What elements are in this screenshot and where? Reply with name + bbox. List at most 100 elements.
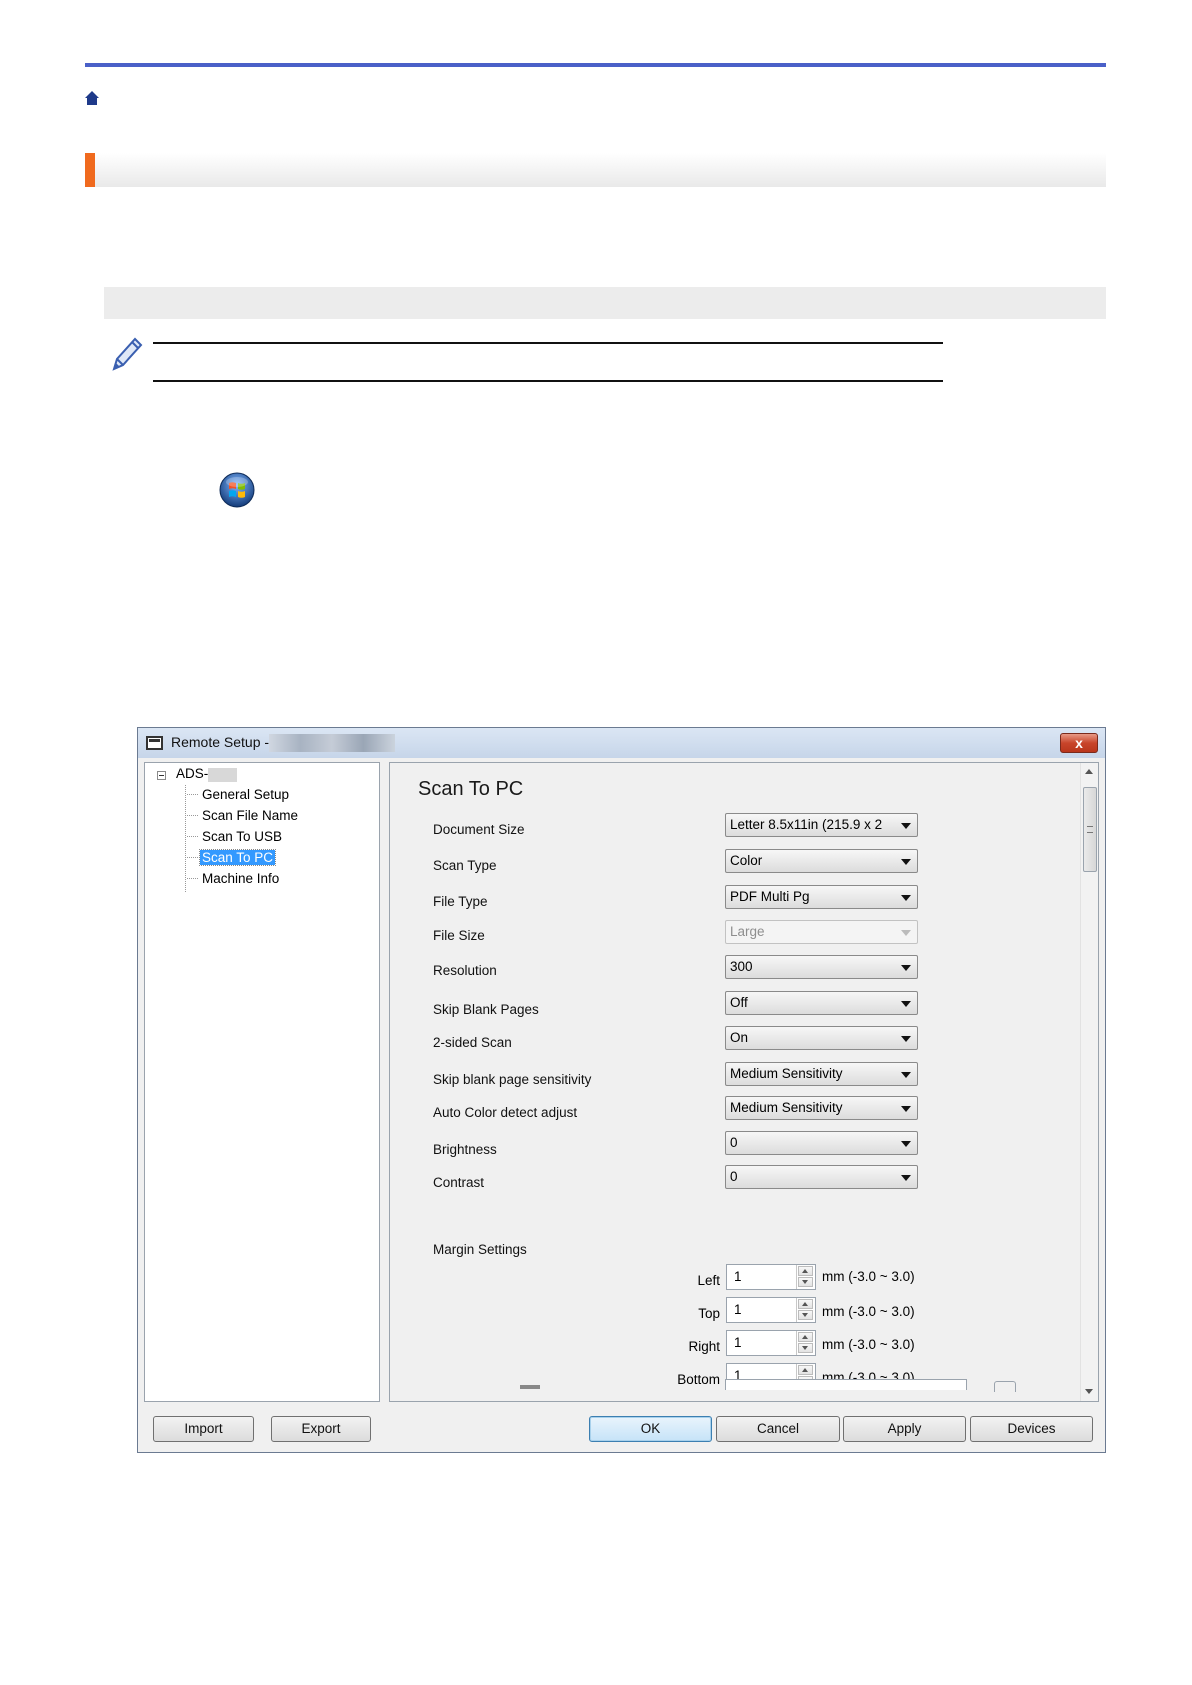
redacted-model-name (269, 734, 395, 752)
heading-bar (85, 153, 1106, 187)
resolution-label: Resolution (433, 963, 497, 978)
scan-type-select[interactable]: Color (725, 849, 918, 873)
auto-color-detect-label: Auto Color detect adjust (433, 1105, 578, 1120)
chevron-down-icon (901, 823, 911, 829)
cut-off-label (520, 1385, 540, 1389)
tree-item-scan-to-usb[interactable]: Scan To USB (187, 827, 284, 846)
chevron-down-icon (901, 1106, 911, 1112)
margin-bottom-label: Bottom (677, 1372, 720, 1387)
spin-down-icon[interactable] (798, 1343, 813, 1353)
cancel-button[interactable]: Cancel (716, 1416, 840, 1442)
scroll-down-icon[interactable] (1085, 1389, 1093, 1394)
auto-color-detect-select[interactable]: Medium Sensitivity (725, 1096, 918, 1120)
chevron-down-icon (901, 895, 911, 901)
document-size-select[interactable]: Letter 8.5x11in (215.9 x 2 (725, 813, 918, 837)
title-bar: Remote Setup - x (138, 728, 1105, 758)
tree-item-label: Machine Info (202, 871, 280, 886)
redacted-model-suffix (208, 768, 237, 782)
tree-item-label: Scan To USB (202, 829, 283, 844)
two-sided-scan-label: 2-sided Scan (433, 1035, 512, 1050)
file-type-value: PDF Multi Pg (730, 889, 810, 904)
contrast-label: Contrast (433, 1175, 485, 1190)
cut-off-field[interactable] (725, 1379, 967, 1390)
tree-item-label: General Setup (202, 787, 290, 802)
resolution-value: 300 (730, 959, 753, 974)
file-size-select: Large (725, 920, 918, 944)
chevron-down-icon (901, 1001, 911, 1007)
close-button[interactable]: x (1060, 733, 1098, 753)
pencil-note-icon (112, 337, 143, 371)
tree-item-label: Scan To PC (198, 849, 277, 866)
chevron-down-icon (901, 930, 911, 936)
contrast-select[interactable]: 0 (725, 1165, 918, 1189)
two-sided-scan-value: On (730, 1030, 749, 1045)
margin-left-label: Left (697, 1273, 720, 1288)
note-rule-bottom (153, 380, 943, 382)
two-sided-scan-select[interactable]: On (725, 1026, 918, 1050)
tree-collapse-icon[interactable] (157, 771, 166, 780)
tree-item-general-setup[interactable]: General Setup (187, 785, 291, 804)
margin-right-value: 1 (734, 1335, 742, 1350)
brightness-value: 0 (730, 1135, 738, 1150)
spin-up-icon[interactable] (798, 1365, 813, 1375)
apply-button[interactable]: Apply (843, 1416, 966, 1442)
margin-right-label: Right (688, 1339, 720, 1354)
home-icon[interactable] (84, 90, 100, 106)
margin-left-value: 1 (734, 1269, 742, 1284)
spin-up-icon[interactable] (798, 1299, 813, 1309)
windows-start-icon[interactable] (219, 472, 255, 508)
window-title: Remote Setup - (171, 734, 270, 750)
file-size-label: File Size (433, 928, 485, 943)
tree-item-scan-to-pc[interactable]: Scan To PC (187, 848, 277, 867)
cut-off-browse-button[interactable] (994, 1381, 1016, 1392)
brightness-select[interactable]: 0 (725, 1131, 918, 1155)
scan-type-label: Scan Type (433, 858, 497, 873)
subheading-bar (104, 287, 1106, 319)
vertical-scrollbar[interactable] (1080, 763, 1098, 1401)
settings-tree: ADS- General Setup Scan File Name Scan T… (144, 762, 380, 1402)
skip-blank-sensitivity-label: Skip blank page sensitivity (433, 1072, 592, 1087)
auto-color-detect-value: Medium Sensitivity (730, 1100, 843, 1115)
scan-to-pc-panel: Scan To PC Document Size Letter 8.5x11in… (389, 762, 1099, 1402)
spin-down-icon[interactable] (798, 1310, 813, 1320)
margin-settings-label: Margin Settings (433, 1242, 527, 1257)
chevron-down-icon (901, 1175, 911, 1181)
chevron-down-icon (901, 1072, 911, 1078)
chevron-down-icon (901, 965, 911, 971)
margin-top-range: mm (-3.0 ~ 3.0) (822, 1304, 915, 1319)
file-size-value: Large (730, 924, 765, 939)
margin-top-spinner[interactable]: 1 (726, 1297, 816, 1323)
top-rule (85, 63, 1106, 67)
heading-accent (85, 153, 95, 187)
section-title: Scan To PC (418, 778, 524, 800)
devices-button[interactable]: Devices (970, 1416, 1093, 1442)
skip-blank-sensitivity-select[interactable]: Medium Sensitivity (725, 1062, 918, 1086)
ok-button[interactable]: OK (589, 1416, 712, 1442)
resolution-select[interactable]: 300 (725, 955, 918, 979)
margin-left-spinner[interactable]: 1 (726, 1264, 816, 1290)
chevron-down-icon (901, 859, 911, 865)
scan-type-value: Color (730, 853, 763, 868)
remote-setup-dialog: Remote Setup - x ADS- General Setup Scan… (137, 727, 1106, 1453)
scroll-up-icon[interactable] (1085, 769, 1093, 774)
margin-top-value: 1 (734, 1302, 742, 1317)
tree-root-label[interactable]: ADS- (176, 766, 208, 781)
margin-right-spinner[interactable]: 1 (726, 1330, 816, 1356)
chevron-down-icon (901, 1036, 911, 1042)
spin-down-icon[interactable] (798, 1277, 813, 1287)
spin-up-icon[interactable] (798, 1266, 813, 1276)
file-type-label: File Type (433, 894, 488, 909)
margin-left-range: mm (-3.0 ~ 3.0) (822, 1269, 915, 1284)
skip-blank-pages-select[interactable]: Off (725, 991, 918, 1015)
export-button[interactable]: Export (271, 1416, 371, 1442)
scrollbar-thumb[interactable] (1083, 787, 1097, 872)
file-type-select[interactable]: PDF Multi Pg (725, 885, 918, 909)
import-button[interactable]: Import (153, 1416, 254, 1442)
tree-item-machine-info[interactable]: Machine Info (187, 869, 281, 888)
tree-item-scan-file-name[interactable]: Scan File Name (187, 806, 300, 825)
document-size-value: Letter 8.5x11in (215.9 x 2 (730, 817, 883, 832)
brightness-label: Brightness (433, 1142, 497, 1157)
skip-blank-sensitivity-value: Medium Sensitivity (730, 1066, 843, 1081)
spin-up-icon[interactable] (798, 1332, 813, 1342)
app-window-icon (146, 736, 163, 750)
